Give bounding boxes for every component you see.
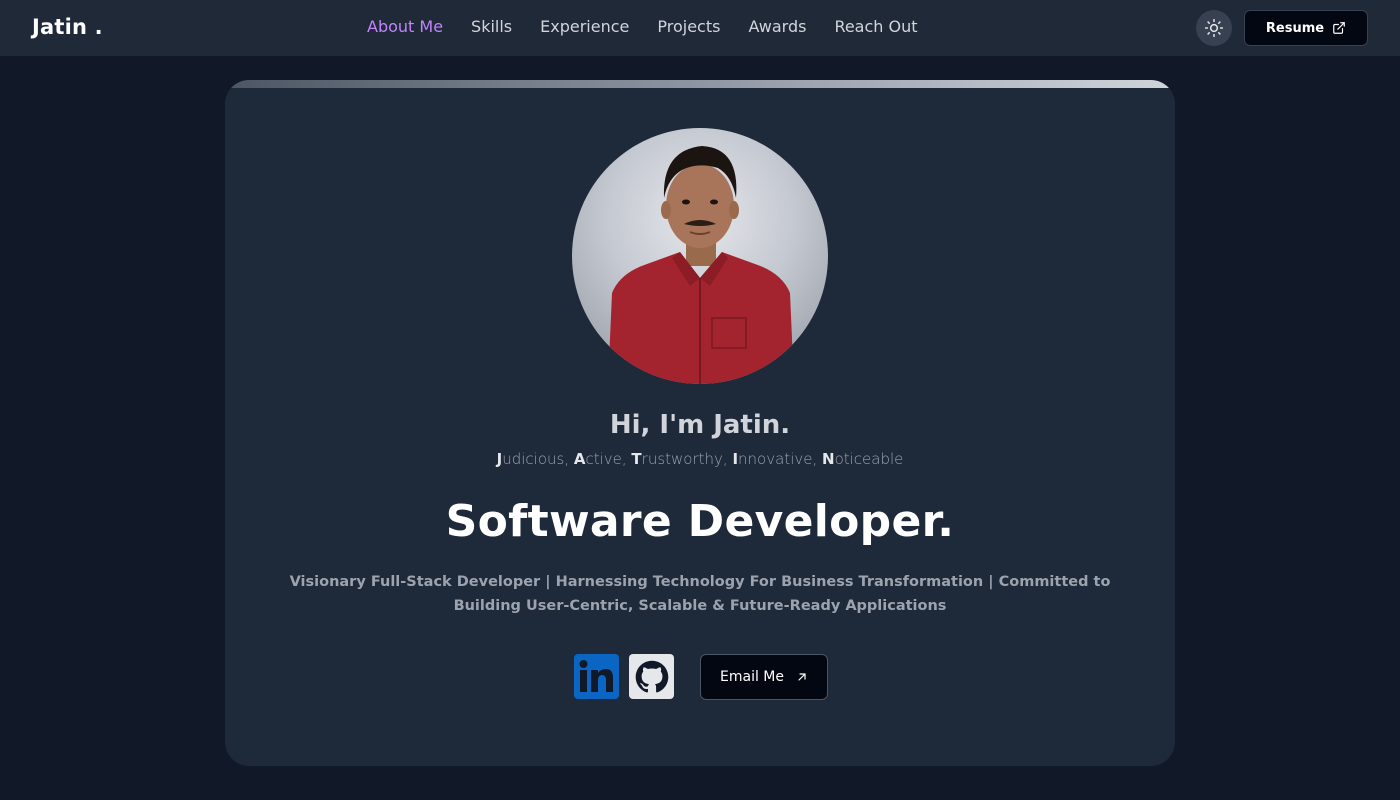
traits-line: Judicious, Active, Trustworthy, Innovati… [496, 450, 904, 468]
github-icon [635, 660, 668, 692]
hero-card: Hi, I'm Jatin. Judicious, Active, Trustw… [225, 80, 1175, 766]
navbar: Jatin . About Me Skills Experience Proje… [0, 0, 1400, 56]
nav-item-about-me[interactable]: About Me [367, 17, 443, 36]
greeting-heading: Hi, I'm Jatin. [609, 410, 791, 440]
linkedin-link[interactable] [574, 654, 619, 699]
trait-initial: N [822, 450, 835, 468]
email-me-label: Email Me [720, 669, 784, 685]
nav-item-awards[interactable]: Awards [748, 17, 806, 36]
resume-button[interactable]: Resume [1244, 10, 1368, 46]
trait-rest: ctive [585, 450, 622, 468]
tagline: Visionary Full-Stack Developer | Harness… [289, 574, 1111, 614]
nav-item-skills[interactable]: Skills [471, 17, 512, 36]
trait-initial: T [631, 450, 642, 468]
arrow-up-right-icon [798, 673, 806, 681]
github-link[interactable] [629, 654, 674, 699]
profile-photo [572, 128, 828, 384]
nav-item-projects[interactable]: Projects [657, 17, 720, 36]
email-me-button[interactable]: Email Me [700, 654, 828, 700]
trait-rest: nnovative [738, 450, 813, 468]
external-link-icon [1333, 22, 1345, 34]
brand-logo[interactable]: Jatin . [32, 15, 103, 39]
nav-item-reach-out[interactable]: Reach Out [834, 17, 917, 36]
social-links [574, 654, 674, 699]
nav-item-experience[interactable]: Experience [540, 17, 629, 36]
card-accent-bar [225, 80, 1175, 88]
trait-rest: rustworthy [641, 450, 723, 468]
nav-links: About Me Skills Experience Projects Awar… [367, 17, 918, 36]
resume-label: Resume [1265, 20, 1325, 36]
sun-icon [1204, 18, 1224, 38]
trait-rest: oticeable [834, 450, 904, 468]
trait-rest: udicious [502, 450, 565, 468]
linkedin-icon [579, 660, 613, 692]
theme-toggle-button[interactable] [1196, 10, 1232, 46]
trait-initial: A [573, 450, 586, 468]
role-heading: Software Developer. [445, 496, 955, 547]
